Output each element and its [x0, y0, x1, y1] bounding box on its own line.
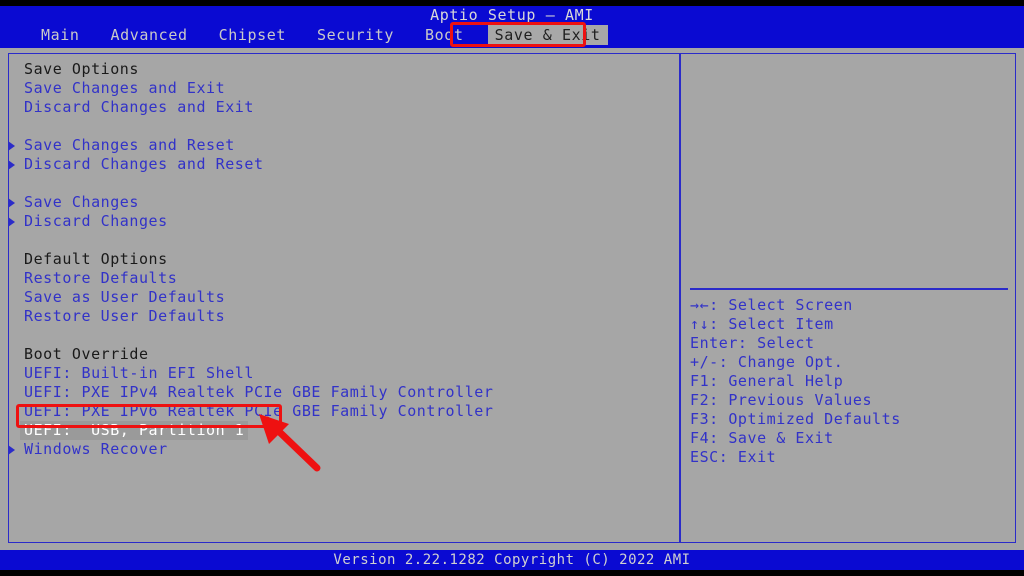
help-key-exit: ESC: Exit [690, 448, 1010, 467]
section-header-save-options: Save Options [24, 60, 672, 79]
help-key-desc: : Select Screen [709, 296, 853, 314]
menu-tab-main[interactable]: Main [34, 25, 87, 45]
submenu-triangle-icon [8, 445, 15, 455]
list-item-label: Windows Recover [24, 440, 168, 458]
list-item-discard-changes-and-exit[interactable]: Discard Changes and Exit [24, 98, 672, 117]
menu-tab-advanced[interactable]: Advanced [104, 25, 195, 45]
submenu-triangle-icon [8, 160, 15, 170]
list-item-save-as-user-defaults[interactable]: Save as User Defaults [24, 288, 672, 307]
list-item-label: Discard Changes and Exit [24, 98, 254, 116]
list-item-label: Restore Defaults [24, 269, 178, 287]
list-item-label: UEFI: PXE IPv6 Realtek PCIe GBE Family C… [24, 402, 494, 420]
help-key-desc: : Select [737, 334, 815, 352]
list-item-restore-user-defaults[interactable]: Restore User Defaults [24, 307, 672, 326]
help-key-name: F2 [690, 391, 710, 409]
list-item-uefi-pxe-ipv4-realtek-pcie-gbe-family-controller[interactable]: UEFI: PXE IPv4 Realtek PCIe GBE Family C… [24, 383, 672, 402]
list-item-windows-recover[interactable]: Windows Recover [8, 440, 672, 459]
list-item-restore-defaults[interactable]: Restore Defaults [24, 269, 672, 288]
help-key-optimized-defaults: F3: Optimized Defaults [690, 410, 1010, 429]
list-item-discard-changes-and-reset[interactable]: Discard Changes and Reset [8, 155, 672, 174]
menu-tab-boot[interactable]: Boot [418, 25, 471, 45]
page-title: Aptio Setup – AMI [430, 6, 594, 24]
list-item-save-changes-and-exit[interactable]: Save Changes and Exit [24, 79, 672, 98]
version-band: Version 2.22.1282 Copyright (C) 2022 AMI [0, 550, 1024, 570]
menu-tab-chipset[interactable]: Chipset [212, 25, 293, 45]
help-key-list: →←: Select Screen ↑↓: Select Item Enter: S… [690, 296, 1010, 467]
help-key-name: F3 [690, 410, 710, 428]
options-list: Save Options Save Changes and Exit Discard… [8, 60, 672, 459]
help-key-select: Enter: Select [690, 334, 1010, 353]
list-item-label: Default Options [24, 250, 168, 268]
submenu-triangle-icon [8, 217, 15, 227]
version-text: Version 2.22.1282 Copyright (C) 2022 AMI [333, 552, 691, 568]
list-item-label: Save Changes [24, 193, 139, 211]
submenu-triangle-icon [8, 141, 15, 151]
list-item-discard-changes[interactable]: Discard Changes [8, 212, 672, 231]
list-item-label: Save Options [24, 60, 139, 78]
menu-tab-save-exit[interactable]: Save & Exit [487, 25, 608, 45]
list-item-label: Discard Changes [24, 212, 168, 230]
list-item-label: Restore User Defaults [24, 307, 226, 325]
list-item-uefi-built-in-efi-shell[interactable]: UEFI: Built-in EFI Shell [24, 364, 672, 383]
help-key-desc: : Change Opt. [718, 353, 844, 371]
help-key-change-opt: +/-: Change Opt. [690, 353, 1010, 372]
help-key-name: ESC [690, 448, 719, 466]
help-key-desc: : Previous Values [709, 391, 873, 409]
list-item-save-changes-and-reset[interactable]: Save Changes and Reset [8, 136, 672, 155]
list-item-label: UEFI: Built-in EFI Shell [24, 364, 254, 382]
help-key-name: →← [690, 296, 710, 314]
help-key-name: +/- [690, 353, 719, 371]
help-key-desc: : General Help [709, 372, 844, 390]
list-item-label: Boot Override [24, 345, 149, 363]
list-item-save-changes[interactable]: Save Changes [8, 193, 672, 212]
help-key-previous-values: F2: Previous Values [690, 391, 1010, 410]
help-key-name: F1 [690, 372, 710, 390]
help-key-desc: : Save & Exit [709, 429, 834, 447]
section-header-boot-override: Boot Override [24, 345, 672, 364]
list-item-label: UEFI: USB, Partition 1 [20, 421, 249, 440]
help-key-name: ↑↓ [690, 315, 710, 333]
section-header-default-options: Default Options [24, 250, 672, 269]
list-item-label: Discard Changes and Reset [24, 155, 264, 173]
submenu-triangle-icon [8, 198, 15, 208]
list-item-label: Save as User Defaults [24, 288, 226, 306]
menubar: Main Advanced Chipset Security Boot Save & Ex… [0, 24, 1024, 46]
help-key-name: Enter [690, 334, 738, 352]
help-key-desc: : Exit [718, 448, 777, 466]
help-key-name: F4 [690, 429, 710, 447]
help-key-desc: : Select Item [709, 315, 834, 333]
list-item-uefi-pxe-ipv6-realtek-pcie-gbe-family-controller[interactable]: UEFI: PXE IPv6 Realtek PCIe GBE Family C… [24, 402, 672, 421]
list-item-label: Save Changes and Reset [24, 136, 235, 154]
help-key-select-item: ↑↓: Select Item [690, 315, 1010, 334]
list-item-uefi-usb-partition-1[interactable]: UEFI: USB, Partition 1 [20, 421, 672, 440]
help-key-desc: : Optimized Defaults [709, 410, 901, 428]
help-key-general-help: F1: General Help [690, 372, 1010, 391]
help-divider [690, 288, 1008, 290]
help-key-save-exit: F4: Save & Exit [690, 429, 1010, 448]
list-item-label: Save Changes and Exit [24, 79, 226, 97]
list-item-label: UEFI: PXE IPv4 Realtek PCIe GBE Family C… [24, 383, 494, 401]
bios-setup-screen: Aptio Setup – AMI Main Advanced Chipset Sec… [0, 0, 1024, 576]
help-key-select-screen: →←: Select Screen [690, 296, 1010, 315]
menu-tab-security[interactable]: Security [310, 25, 401, 45]
